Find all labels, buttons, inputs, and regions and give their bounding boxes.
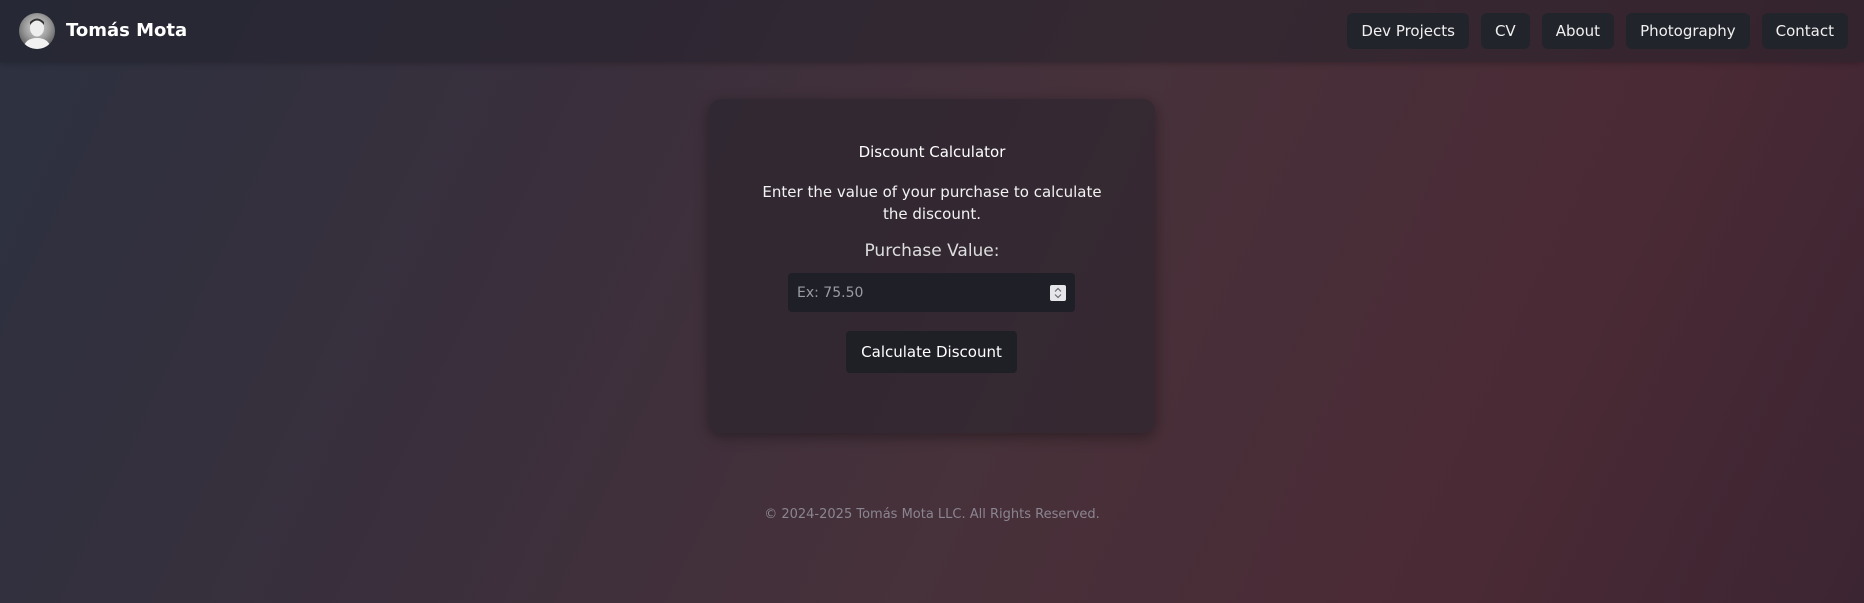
nav-about[interactable]: About: [1541, 13, 1615, 49]
calculator-description: Enter the value of your purchase to calc…: [762, 183, 1102, 223]
nav-dev-projects[interactable]: Dev Projects: [1347, 13, 1469, 49]
calculator-title: Discount Calculator: [858, 143, 1006, 161]
number-spinner-icon[interactable]: [1050, 285, 1066, 301]
discount-calculator-card: Discount Calculator Enter the value of y…: [709, 99, 1155, 433]
brand-name[interactable]: Tomás Mota: [66, 19, 187, 43]
purchase-value-input[interactable]: [788, 273, 1043, 312]
footer-copyright: © 2024-2025 Tomás Mota LLC. All Rights R…: [764, 507, 1100, 522]
nav-contact[interactable]: Contact: [1761, 13, 1848, 49]
person-avatar-icon: [23, 18, 51, 49]
site-header: Tomás Mota Dev Projects CV About Photogr…: [0, 0, 1864, 62]
calculate-discount-button[interactable]: Calculate Discount: [846, 331, 1017, 373]
avatar[interactable]: [19, 13, 55, 49]
purchase-value-label: Purchase Value:: [864, 241, 1000, 261]
nav-cv[interactable]: CV: [1480, 13, 1530, 49]
nav-photography[interactable]: Photography: [1626, 13, 1750, 49]
purchase-value-field: [788, 273, 1075, 312]
main-nav: Dev Projects CV About Photography Contac…: [1347, 13, 1848, 49]
